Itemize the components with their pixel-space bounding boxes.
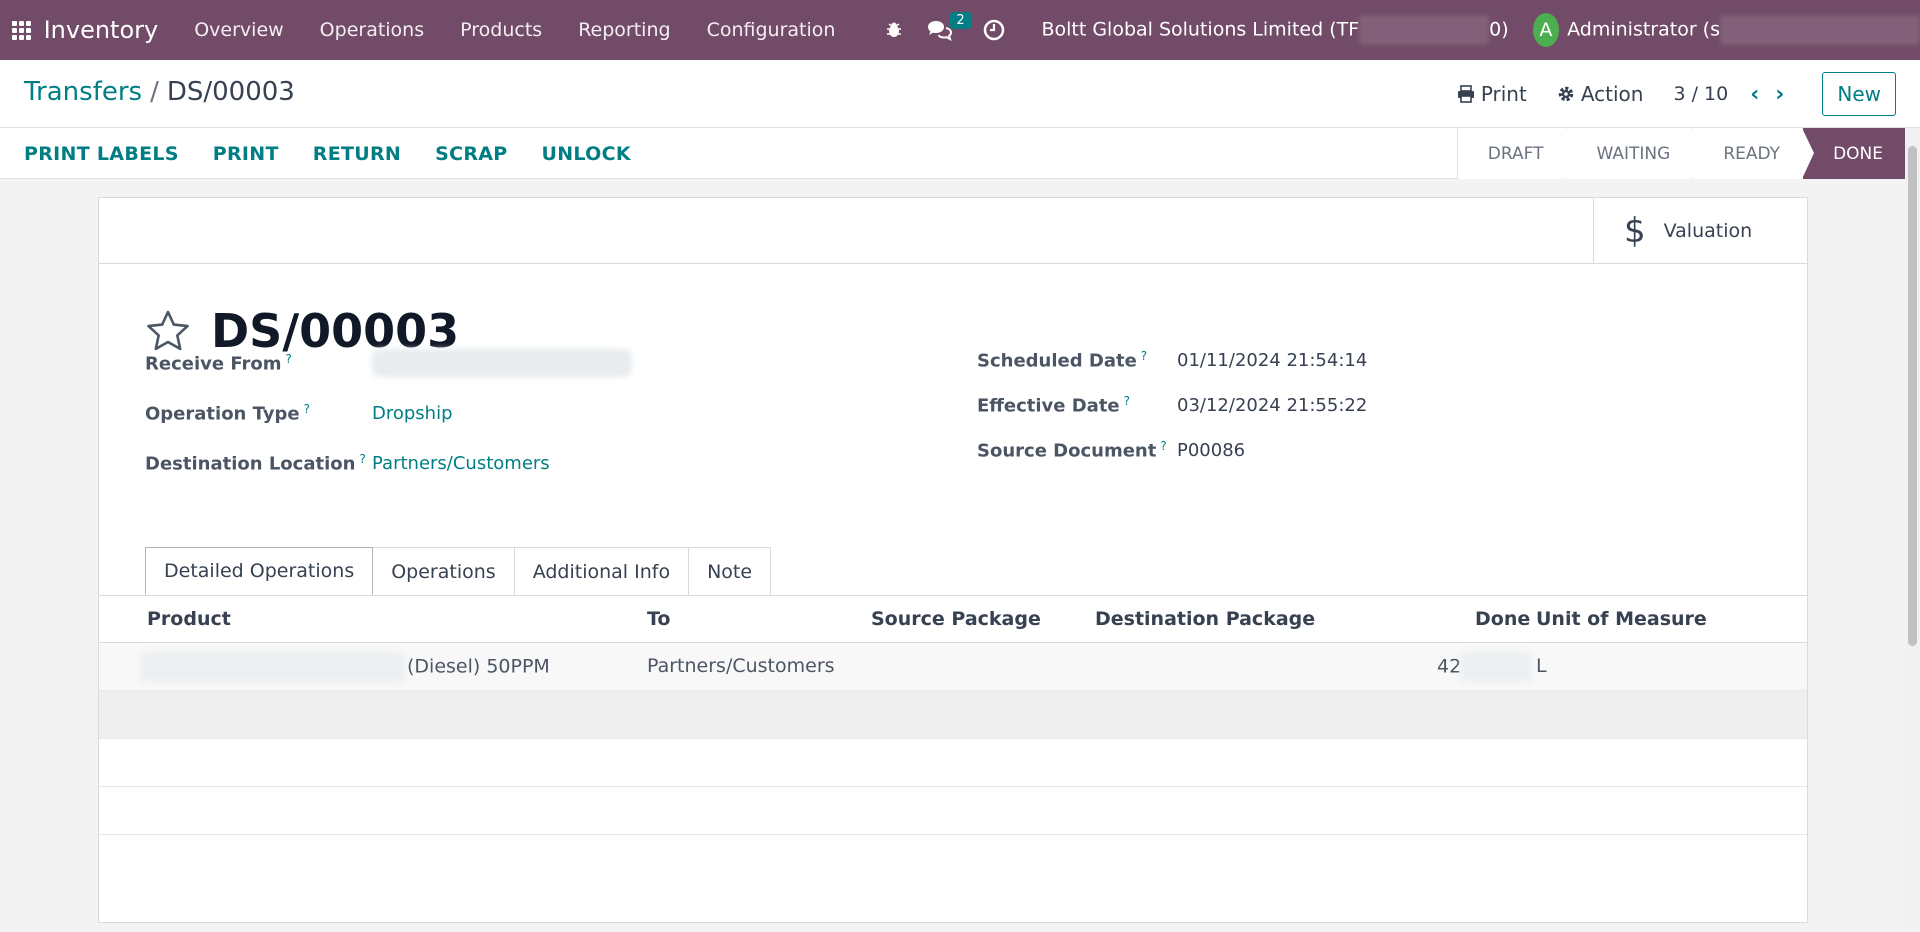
- action-dropdown-button[interactable]: Action: [1557, 82, 1643, 106]
- help-tooltip-icon[interactable]: ?: [285, 352, 291, 366]
- messages-chat-icon[interactable]: 2: [925, 0, 971, 60]
- menu-products[interactable]: Products: [460, 19, 542, 41]
- receive-from-label: Receive From: [145, 353, 282, 375]
- user-menu[interactable]: Administrator (s: [1567, 15, 1920, 45]
- col-destination-package[interactable]: Destination Package: [1095, 608, 1315, 630]
- help-tooltip-icon[interactable]: ?: [1141, 349, 1147, 363]
- receive-from-value[interactable]: [372, 349, 632, 377]
- redacted-company: [1359, 15, 1490, 45]
- table-row-empty[interactable]: [99, 691, 1807, 739]
- help-tooltip-icon[interactable]: ?: [1124, 394, 1130, 408]
- stage-done: DONE: [1802, 128, 1905, 179]
- statusbar: PRINT LABELS PRINT RETURN SCRAP UNLOCK D…: [0, 128, 1905, 179]
- cell-product: (Diesel) 50PPM: [141, 652, 550, 682]
- print-dropdown-button[interactable]: Print: [1457, 82, 1527, 106]
- breadcrumb-separator: /: [150, 77, 159, 107]
- redacted-quantity: [1461, 652, 1532, 682]
- table-row[interactable]: (Diesel) 50PPM Partners/Customers 42 L: [99, 643, 1807, 691]
- cell-done: 42: [1437, 652, 1532, 682]
- tab-additional-info[interactable]: Additional Info: [513, 547, 690, 595]
- effective-date-value[interactable]: 03/12/2024 21:55:22: [1177, 395, 1367, 416]
- smart-button-box: $ Valuation: [99, 198, 1807, 264]
- effective-date-label: Effective Date: [977, 395, 1120, 417]
- company-switcher[interactable]: Boltt Global Solutions Limited (TF 0): [1041, 15, 1509, 45]
- col-to[interactable]: To: [647, 608, 671, 630]
- menu-configuration[interactable]: Configuration: [707, 19, 836, 41]
- table-row-empty[interactable]: [99, 787, 1807, 835]
- cell-to: Partners/Customers: [647, 655, 835, 677]
- notebook-tabs: Detailed Operations Operations Additiona…: [145, 547, 772, 595]
- right-field-group: Scheduled Date? 01/11/2024 21:54:14 Effe…: [977, 338, 1367, 473]
- table-row-empty[interactable]: [99, 739, 1807, 787]
- print-labels-button[interactable]: PRINT LABELS: [24, 143, 179, 165]
- redacted-user: [1720, 15, 1920, 45]
- printer-icon: [1457, 85, 1474, 103]
- unlock-button[interactable]: UNLOCK: [542, 143, 631, 165]
- col-product[interactable]: Product: [147, 608, 231, 630]
- chevron-right-icon[interactable]: ›: [1775, 82, 1784, 107]
- col-source-package[interactable]: Source Package: [871, 608, 1041, 630]
- tab-detailed-operations[interactable]: Detailed Operations: [145, 547, 374, 595]
- scheduled-date-label: Scheduled Date: [977, 350, 1137, 372]
- cell-uom: L: [1536, 655, 1547, 677]
- breadcrumb-current: DS/00003: [166, 77, 295, 107]
- stage-draft: DRAFT: [1456, 128, 1578, 179]
- source-document-value[interactable]: P00086: [1177, 440, 1245, 461]
- destination-location-value[interactable]: Partners/Customers: [372, 453, 550, 474]
- avatar[interactable]: A: [1532, 13, 1560, 47]
- help-tooltip-icon[interactable]: ?: [359, 452, 365, 466]
- new-record-button[interactable]: New: [1822, 72, 1896, 116]
- scheduled-date-value[interactable]: 01/11/2024 21:54:14: [1177, 350, 1367, 371]
- pager-value[interactable]: 3 / 10: [1673, 83, 1728, 105]
- help-tooltip-icon[interactable]: ?: [304, 402, 310, 416]
- stage-pipeline: DRAFT WAITING READY DONE: [1456, 128, 1905, 179]
- form-sheet: $ Valuation DS/00003 Receive From? Opera…: [98, 197, 1808, 923]
- top-navbar: Inventory Overview Operations Products R…: [0, 0, 1920, 60]
- col-done[interactable]: Done: [1475, 608, 1530, 630]
- return-button[interactable]: RETURN: [313, 143, 401, 165]
- menu-reporting[interactable]: Reporting: [578, 19, 670, 41]
- menu-overview[interactable]: Overview: [194, 19, 283, 41]
- print-button[interactable]: PRINT: [213, 143, 279, 165]
- gear-icon: [1558, 86, 1574, 102]
- table-header: Product To Source Package Destination Pa…: [99, 596, 1807, 643]
- tab-note[interactable]: Note: [688, 547, 772, 595]
- help-tooltip-icon[interactable]: ?: [1160, 439, 1166, 453]
- chevron-left-icon[interactable]: ‹: [1750, 82, 1759, 107]
- move-lines-table: Product To Source Package Destination Pa…: [99, 596, 1807, 835]
- apps-menu-icon[interactable]: [0, 0, 44, 60]
- stage-ready: READY: [1692, 128, 1814, 179]
- breadcrumb-transfers-link[interactable]: Transfers: [24, 77, 142, 107]
- operation-type-value[interactable]: Dropship: [372, 403, 453, 424]
- activity-clock-icon[interactable]: [983, 0, 1005, 60]
- breadcrumb: Transfers / DS/00003: [24, 77, 295, 107]
- tab-operations[interactable]: Operations: [372, 547, 515, 595]
- page-scrollbar[interactable]: [1905, 128, 1920, 932]
- valuation-button[interactable]: $ Valuation: [1593, 198, 1807, 263]
- stage-waiting: WAITING: [1565, 128, 1705, 179]
- control-panel: Transfers / DS/00003 Print Action 3 / 10…: [0, 60, 1920, 128]
- messages-count-badge: 2: [950, 12, 971, 29]
- scroll-thumb[interactable]: [1908, 146, 1917, 646]
- redacted-product: [141, 652, 405, 682]
- menu-operations[interactable]: Operations: [320, 19, 424, 41]
- app-brand[interactable]: Inventory: [44, 16, 159, 44]
- dollar-icon: $: [1624, 210, 1646, 251]
- source-document-label: Source Document: [977, 440, 1157, 462]
- debug-bug-icon[interactable]: [885, 0, 903, 60]
- col-unit-of-measure[interactable]: Unit of Measure: [1536, 608, 1707, 630]
- operation-type-label: Operation Type: [145, 403, 300, 425]
- scrap-button[interactable]: SCRAP: [435, 143, 507, 165]
- destination-location-label: Destination Location: [145, 453, 356, 475]
- left-field-group: Receive From? Operation Type? Dropship D…: [145, 338, 632, 488]
